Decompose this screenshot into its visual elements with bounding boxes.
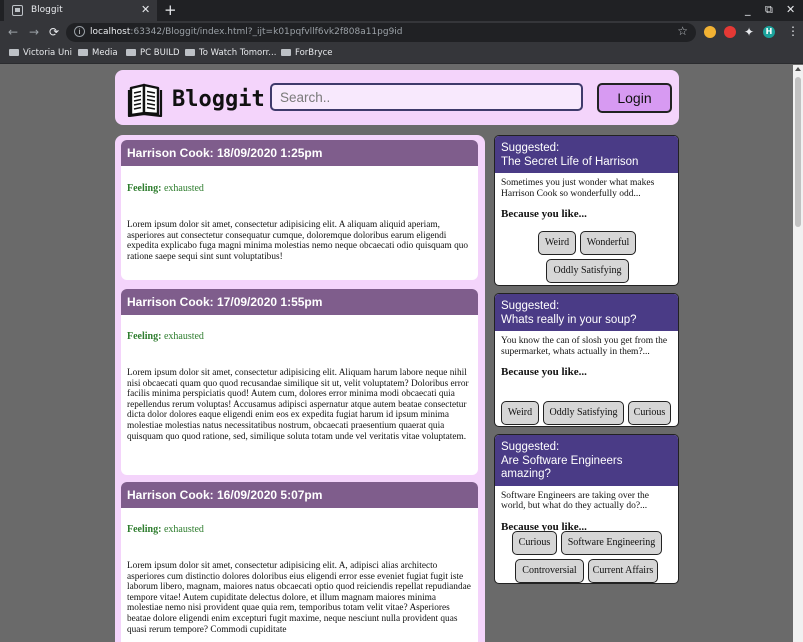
site-brand: Bloggit [172,87,265,112]
profile-avatar[interactable]: H [763,26,775,38]
browser-toolbar: ← → ⟳ i localhost:63342/Bloggit/index.ht… [0,21,803,44]
interest-tag[interactable]: Current Affairs [588,559,658,583]
post-title[interactable]: Harrison Cook: 17/09/2020 1:55pm [121,289,478,315]
post-body: Lorem ipsum dolor sit amet, consectetur … [127,561,471,635]
interest-tag[interactable]: Weird [538,231,576,255]
page-scrollbar[interactable] [793,65,803,642]
extension-icon[interactable] [704,26,716,38]
blog-post: Harrison Cook: 18/09/2020 1:25pm Feeling… [121,140,478,280]
bookmarks-bar: Victoria Uni Media PC BUILD To Watch Tom… [0,44,803,64]
site-header: Bloggit Login [115,70,679,125]
interest-tag[interactable]: Curious [628,401,671,425]
blog-post: Harrison Cook: 17/09/2020 1:55pm Feeling… [121,289,478,475]
suggestion-card[interactable]: Suggested: The Secret Life of Harrison S… [494,135,679,286]
folder-icon [78,49,88,56]
because-you-like: Because you like... [501,366,587,379]
bookmark-item[interactable]: To Watch Tomorr... [185,48,276,58]
suggestion-kicker: Suggested: [501,300,560,312]
extensions-puzzle-icon[interactable]: ✦ [744,25,754,39]
reload-icon[interactable]: ⟳ [49,25,59,39]
folder-icon [9,49,19,56]
interest-tag[interactable]: Wonderful [580,231,636,255]
bookmark-star-icon[interactable]: ☆ [677,24,688,38]
folder-icon [281,49,291,56]
bookmark-item[interactable]: Media [78,48,118,58]
interest-tag[interactable]: Curious [512,531,557,555]
suggestion-header: Suggested: Are Software Engineers amazin… [495,435,678,486]
because-you-like: Because you like... [501,208,587,221]
back-icon[interactable]: ← [8,25,18,39]
bookmark-item[interactable]: Victoria Uni [9,48,72,58]
suggestion-kicker: Suggested: [501,441,560,453]
address-bar[interactable]: i localhost:63342/Bloggit/index.html?_ij… [66,23,696,42]
page-favicon-icon [12,5,23,16]
search-input[interactable] [270,83,583,111]
minimize-icon[interactable]: _ [745,3,751,16]
suggestion-title[interactable]: Whats really in your soup? [501,314,672,328]
post-feeling: Feeling: exhausted [127,331,204,342]
browser-menu-icon[interactable]: ⋮ [787,24,799,38]
suggestion-card[interactable]: Suggested: Are Software Engineers amazin… [494,434,679,584]
new-tab-icon[interactable]: + [164,1,177,19]
post-feeling: Feeling: exhausted [127,183,204,194]
site-info-icon[interactable]: i [74,26,85,37]
folder-icon [185,49,195,56]
login-button[interactable]: Login [597,83,672,113]
browser-tabstrip: Bloggit ✕ + _ ⧉ ✕ [0,0,803,21]
scrollbar-thumb[interactable] [795,77,801,227]
blog-post: Harrison Cook: 16/09/2020 5:07pm Feeling… [121,482,478,642]
interest-tag[interactable]: Oddly Satisfying [543,401,624,425]
suggestion-card[interactable]: Suggested: Whats really in your soup? Yo… [494,293,679,427]
post-title[interactable]: Harrison Cook: 18/09/2020 1:25pm [121,140,478,166]
post-body: Lorem ipsum dolor sit amet, consectetur … [127,368,469,442]
page-viewport: Bloggit Login Harrison Cook: 18/09/2020 … [0,65,793,642]
post-feed: Harrison Cook: 18/09/2020 1:25pm Feeling… [115,135,485,642]
suggestion-description: Software Engineers are taking over the w… [501,490,649,512]
post-title[interactable]: Harrison Cook: 16/09/2020 5:07pm [121,482,478,508]
restore-icon[interactable]: ⧉ [765,3,773,17]
suggestion-header: Suggested: The Secret Life of Harrison [495,136,678,173]
browser-tab[interactable]: Bloggit ✕ [4,0,157,21]
extension-icon[interactable] [724,26,736,38]
bookmark-item[interactable]: PC BUILD [126,48,180,58]
folder-icon [126,49,136,56]
interest-tag[interactable]: Controversial [515,559,584,583]
bookmark-item[interactable]: ForBryce [281,48,333,58]
post-body: Lorem ipsum dolor sit amet, consectetur … [127,220,469,262]
forward-icon[interactable]: → [29,25,39,39]
suggestion-description: Sometimes you just wonder what makes Har… [501,178,655,199]
suggestion-title[interactable]: Are Software Engineers amazing? [501,455,672,482]
address-url: localhost:63342/Bloggit/index.html?_ijt=… [90,27,403,37]
suggestion-header: Suggested: Whats really in your soup? [495,294,678,331]
post-feeling: Feeling: exhausted [127,524,204,535]
window-close-icon[interactable]: ✕ [786,3,795,16]
interest-tag[interactable]: Oddly Satisfying [546,259,629,283]
interest-tag[interactable]: Weird [501,401,539,425]
suggestion-description: You know the can of slosh you get from t… [501,336,668,357]
suggestion-kicker: Suggested: [501,142,560,154]
scroll-up-icon[interactable] [795,67,801,71]
interest-tag[interactable]: Software Engineering [561,531,662,555]
tab-close-icon[interactable]: ✕ [141,3,150,16]
suggestion-title[interactable]: The Secret Life of Harrison [501,156,672,170]
tab-title: Bloggit [31,5,63,15]
book-logo-icon [127,83,163,117]
